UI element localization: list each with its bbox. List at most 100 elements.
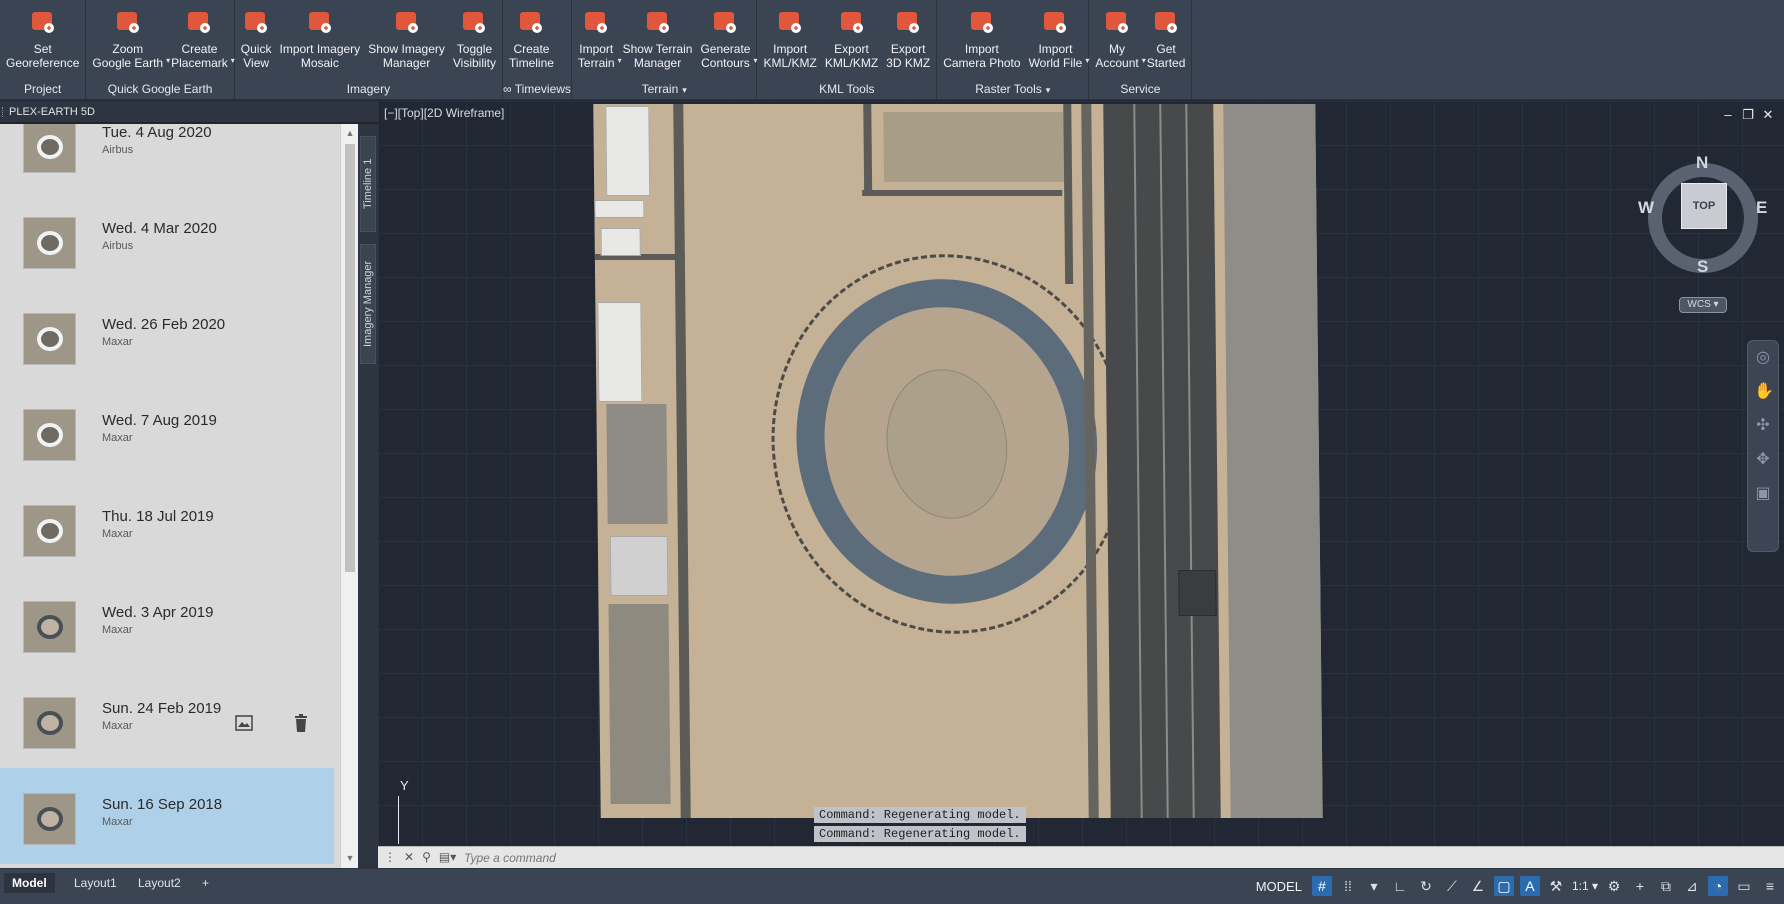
- ortho-icon[interactable]: ∟: [1390, 876, 1410, 896]
- chevron-down-icon[interactable]: ▾: [1364, 876, 1384, 896]
- hardware-acceleration-icon[interactable]: ◔: [1708, 876, 1728, 896]
- imagery-provider: Maxar: [102, 336, 133, 348]
- viewport-controls-label[interactable]: [−][Top][2D Wireframe]: [384, 106, 504, 120]
- close-icon[interactable]: ✕: [1762, 107, 1774, 123]
- import-kml-button[interactable]: Import KML/KMZ: [759, 0, 820, 80]
- zoom-google-earth-button[interactable]: Zoom Google Earth ▾: [88, 0, 170, 80]
- ribbon-group: My Account ▾ Get Started Service: [1089, 0, 1193, 100]
- camera-photo-button[interactable]: Import Camera Photo: [939, 0, 1024, 80]
- ribbon-button-label: Export KML/KMZ: [824, 42, 879, 70]
- annotation-scale-icon[interactable]: ⚒: [1546, 876, 1566, 896]
- ribbon-group-label: Imagery: [235, 80, 502, 100]
- ribbon-button-label: Create Timeline: [509, 42, 554, 70]
- imagery-date: Wed. 3 Apr 2019: [102, 604, 214, 621]
- scroll-down-icon[interactable]: ▼: [344, 852, 356, 864]
- ribbon-group-label: Service: [1089, 80, 1191, 100]
- list-item[interactable]: Wed. 7 Aug 2019 Maxar: [0, 384, 334, 480]
- customize-icon[interactable]: ⚲: [422, 850, 431, 864]
- imagery-thumbnail: [23, 601, 76, 653]
- imagery-manager-button[interactable]: Show Imagery Manager: [364, 0, 449, 80]
- compass-north[interactable]: N: [1696, 153, 1708, 173]
- annotation-visibility-icon[interactable]: A: [1519, 876, 1540, 896]
- aerial-image[interactable]: [593, 104, 1323, 818]
- camera-photo-icon: [968, 6, 996, 36]
- grip-icon[interactable]: [2, 107, 5, 117]
- compass-east[interactable]: E: [1756, 198, 1767, 218]
- load-image-icon[interactable]: [233, 712, 255, 734]
- ribbon-button-label: Get Started: [1146, 42, 1186, 70]
- georeference-button[interactable]: Set Georeference: [2, 0, 83, 80]
- isodraft-icon[interactable]: ⟋: [1442, 876, 1462, 896]
- plus-icon[interactable]: +: [1630, 876, 1650, 896]
- toggle-visibility-button[interactable]: Toggle Visibility: [449, 0, 500, 80]
- tab-imagery-manager[interactable]: Imagery Manager: [360, 244, 376, 364]
- list-item[interactable]: Wed. 3 Apr 2019 Maxar: [0, 576, 334, 672]
- world-file-button[interactable]: Import World File ▾: [1025, 0, 1089, 80]
- list-item[interactable]: Tue. 4 Aug 2020 Airbus: [0, 124, 334, 192]
- trash-icon[interactable]: [290, 712, 312, 734]
- zoom-extents-icon[interactable]: ✣: [1754, 415, 1772, 443]
- world-file-icon: [1041, 6, 1069, 36]
- minimize-icon[interactable]: –: [1722, 107, 1734, 123]
- export-kml-button[interactable]: Export KML/KMZ: [821, 0, 882, 80]
- scroll-up-icon[interactable]: ▲: [344, 127, 356, 139]
- placemark-icon: [185, 6, 213, 36]
- selection-cycling-icon[interactable]: ▢: [1493, 876, 1514, 896]
- compass-west[interactable]: W: [1638, 198, 1654, 218]
- add-layout-button[interactable]: +: [194, 873, 217, 893]
- showmotion-icon[interactable]: ▣: [1754, 483, 1772, 511]
- viewcube[interactable]: TOP N S E W: [1638, 153, 1767, 281]
- model-space-button[interactable]: MODEL: [1252, 879, 1306, 894]
- quick-view-button[interactable]: Quick View: [237, 0, 276, 80]
- list-item[interactable]: Sun. 16 Sep 2018 Maxar: [0, 768, 334, 864]
- scrollbar-thumb[interactable]: [345, 144, 355, 572]
- contours-button[interactable]: Generate Contours ▾: [696, 0, 757, 80]
- command-input[interactable]: [464, 849, 1754, 867]
- annotation-scale[interactable]: 1:1 ▾: [1572, 879, 1598, 893]
- menu-icon[interactable]: ≡: [1760, 876, 1780, 896]
- ribbon-group-label[interactable]: Raster Tools ▾: [937, 80, 1088, 100]
- placemark-button[interactable]: Create Placemark ▾: [167, 0, 235, 80]
- list-item[interactable]: Wed. 4 Mar 2020 Airbus: [0, 192, 334, 288]
- snap-icon[interactable]: ⁞⁞: [1338, 876, 1358, 896]
- steering-wheel-icon[interactable]: ◎: [1754, 347, 1772, 375]
- grid-icon[interactable]: #: [1311, 876, 1332, 896]
- compass-south[interactable]: S: [1697, 257, 1708, 277]
- units-icon[interactable]: ⊿: [1682, 876, 1702, 896]
- command-grip-icon[interactable]: ⋮: [384, 850, 396, 864]
- orbit-icon[interactable]: ✥: [1754, 449, 1772, 477]
- get-started-button[interactable]: Get Started: [1143, 0, 1190, 80]
- terrain-manager-button[interactable]: Show Terrain Manager: [619, 0, 697, 80]
- chevron-down-icon[interactable]: ▾: [682, 85, 687, 95]
- list-item[interactable]: Wed. 26 Feb 2020 Maxar: [0, 288, 334, 384]
- import-terrain-button[interactable]: Import Terrain ▾: [574, 0, 622, 80]
- import-mosaic-button[interactable]: Import Imagery Mosaic: [275, 0, 364, 80]
- viewcube-top-face[interactable]: TOP: [1681, 183, 1727, 229]
- restore-icon[interactable]: ❐: [1742, 107, 1754, 123]
- ribbon-group-label[interactable]: Terrain ▾: [572, 80, 757, 100]
- wcs-menu[interactable]: WCS ▾: [1679, 297, 1727, 313]
- tab-layout2[interactable]: Layout2: [130, 873, 189, 893]
- pan-icon[interactable]: ✋: [1754, 381, 1774, 409]
- close-command-icon[interactable]: ✕: [404, 850, 414, 864]
- gear-icon[interactable]: ⚙: [1604, 876, 1624, 896]
- export-3d-kmz-button[interactable]: Export 3D KMZ: [882, 0, 934, 80]
- clean-screen-icon[interactable]: ▭: [1734, 876, 1754, 896]
- palette-scrollbar[interactable]: ▲ ▼: [340, 124, 358, 868]
- ribbon-group-title: Raster Tools: [975, 82, 1042, 96]
- tab-model[interactable]: Model: [4, 873, 55, 893]
- list-item[interactable]: Sun. 24 Feb 2019 Maxar: [0, 672, 334, 768]
- timeline-button[interactable]: Create Timeline: [505, 0, 558, 80]
- drawing-viewport[interactable]: [−][Top][2D Wireframe] – ❐ ✕ Command: Re…: [378, 101, 1784, 846]
- tab-layout1[interactable]: Layout1: [66, 873, 125, 893]
- polar-icon[interactable]: ↻: [1416, 876, 1436, 896]
- angle-icon[interactable]: ∠: [1468, 876, 1488, 896]
- account-button[interactable]: My Account ▾: [1091, 0, 1146, 80]
- palette-title-bar[interactable]: PLEX-EARTH 5D: [0, 101, 378, 123]
- isolate-icon[interactable]: ⧉: [1656, 876, 1676, 896]
- ribbon-button-label: Show Terrain Manager: [622, 42, 693, 70]
- tab-timeline-1[interactable]: Timeline 1: [360, 136, 376, 232]
- list-item[interactable]: Thu. 18 Jul 2019 Maxar: [0, 480, 334, 576]
- chevron-down-icon[interactable]: ▾: [1046, 85, 1051, 95]
- recent-commands-icon[interactable]: ▤▾: [439, 850, 456, 864]
